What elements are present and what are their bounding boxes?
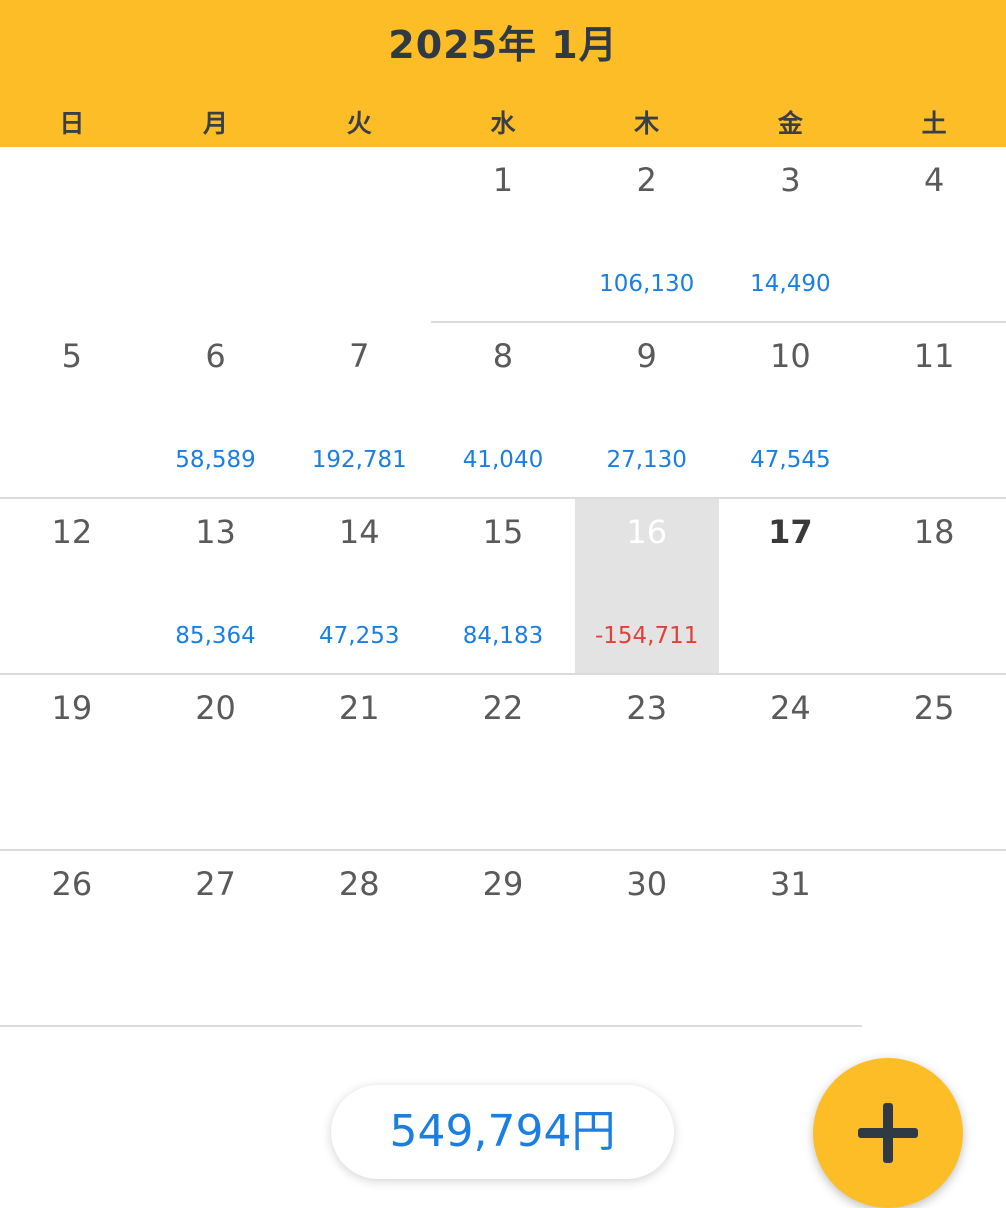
day-number: 3 [780, 161, 801, 199]
weekday-label: 火 [346, 109, 372, 138]
day-number: 19 [51, 689, 93, 727]
day-number: 28 [338, 865, 380, 903]
day-amount: 85,364 [175, 623, 256, 649]
day-cell[interactable]: 18 [862, 499, 1006, 675]
empty-cell [0, 147, 144, 323]
day-cell[interactable]: 29 [431, 851, 575, 1027]
weekday-label: 日 [59, 109, 85, 138]
day-number: 17 [768, 513, 813, 551]
day-number: 1 [492, 161, 514, 199]
day-cell[interactable]: 14 47,253 [287, 499, 432, 675]
empty-cell [287, 147, 431, 323]
day-cell[interactable]: 27 [143, 851, 288, 1027]
day-cell[interactable]: 16 -154,711 [574, 499, 719, 675]
day-number: 7 [349, 337, 370, 375]
day-number: 21 [338, 689, 380, 727]
day-number: 11 [913, 337, 955, 375]
weekday-label: 金 [777, 109, 803, 138]
day-cell[interactable]: 24 [718, 675, 863, 851]
day-amount: 47,545 [750, 447, 831, 473]
empty-cell [862, 851, 1006, 1027]
day-cell[interactable]: 28 [287, 851, 432, 1027]
day-number: 24 [770, 689, 811, 727]
day-amount: 41,040 [462, 447, 544, 473]
plus-icon-vertical [883, 1103, 893, 1163]
day-number: 5 [61, 337, 83, 375]
weekday-label: 月 [203, 109, 229, 138]
day-number: 22 [482, 689, 524, 727]
day-number: 4 [923, 161, 945, 199]
day-cell[interactable]: 11 [862, 323, 1006, 499]
day-cell[interactable]: 3 14,490 [718, 147, 863, 323]
weekday-label: 木 [634, 109, 660, 138]
day-cell[interactable]: 31 [718, 851, 863, 1027]
day-number: 23 [626, 689, 668, 727]
day-cell[interactable]: 12 [0, 499, 144, 675]
day-number: 14 [338, 513, 380, 551]
day-amount: 84,183 [462, 623, 544, 649]
day-number: 30 [626, 865, 668, 903]
day-cell[interactable]: 15 84,183 [431, 499, 575, 675]
day-number: 31 [770, 865, 811, 903]
month-title[interactable]: 2025年 1月 [0, 14, 1006, 69]
day-cell[interactable]: 5 [0, 323, 144, 499]
day-cell[interactable]: 8 41,040 [431, 323, 575, 499]
day-amount: 106,130 [599, 271, 695, 297]
day-number: 12 [51, 513, 93, 551]
day-amount: 14,490 [750, 271, 831, 297]
calendar-header: 2025年 1月 日 月 火 水 木 金 土 [0, 0, 1006, 147]
day-amount: 192,781 [311, 447, 407, 473]
day-cell[interactable]: 2 106,130 [574, 147, 719, 323]
weekday-row: 日月火水木金土 [0, 104, 1006, 144]
empty-cell [144, 147, 288, 323]
day-cell[interactable]: 25 [862, 675, 1006, 851]
day-number: 20 [195, 689, 236, 727]
day-cell[interactable]: 17 [718, 499, 863, 675]
day-number: 9 [636, 337, 657, 375]
day-number: 27 [195, 865, 236, 903]
day-amount: -154,711 [594, 623, 699, 649]
day-number: 29 [482, 865, 524, 903]
day-number: 13 [195, 513, 236, 551]
day-amount: 47,253 [319, 623, 400, 649]
day-cell[interactable]: 23 [574, 675, 719, 851]
day-number: 26 [51, 865, 93, 903]
day-number: 16 [626, 513, 668, 551]
day-number: 6 [205, 337, 226, 375]
day-cell[interactable]: 7 192,781 [287, 323, 432, 499]
day-number: 2 [636, 161, 657, 199]
day-number: 25 [913, 689, 955, 727]
day-cell[interactable]: 30 [574, 851, 719, 1027]
day-cell[interactable]: 6 58,589 [143, 323, 288, 499]
day-amount: 27,130 [606, 447, 687, 473]
day-cell[interactable]: 19 [0, 675, 144, 851]
weekday-label: 水 [490, 109, 516, 138]
day-amount: 58,589 [175, 447, 256, 473]
day-cell[interactable]: 4 [862, 147, 1006, 323]
day-cell[interactable]: 13 85,364 [143, 499, 288, 675]
monthly-total[interactable]: 549,794円 [331, 1085, 674, 1179]
day-cell[interactable]: 10 47,545 [718, 323, 863, 499]
day-cell[interactable]: 22 [431, 675, 575, 851]
day-cell[interactable]: 26 [0, 851, 144, 1027]
day-cell[interactable]: 21 [287, 675, 432, 851]
calendar-grid: 1 2 106,130 3 14,490 4 5 6 58,589 7 192,781 8 41,040… [0, 147, 1006, 1027]
day-cell[interactable]: 1 [431, 147, 575, 323]
day-cell[interactable]: 9 27,130 [574, 323, 719, 499]
day-number: 18 [913, 513, 955, 551]
weekday-label: 土 [921, 109, 947, 138]
day-cell[interactable]: 20 [143, 675, 288, 851]
day-number: 8 [492, 337, 514, 375]
day-number: 10 [770, 337, 811, 375]
add-entry-button[interactable] [813, 1058, 963, 1208]
day-number: 15 [482, 513, 524, 551]
